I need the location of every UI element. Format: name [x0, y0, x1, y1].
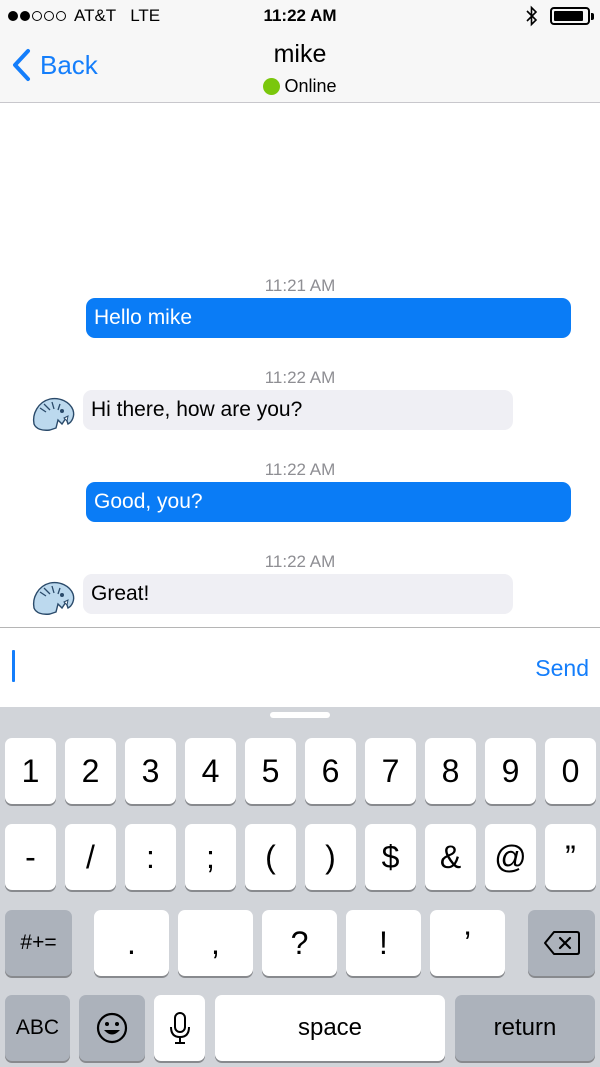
outgoing-message-bubble[interactable]: Good, you? [86, 482, 571, 522]
key-abc[interactable]: ABC [5, 995, 70, 1061]
message-composer: Send [0, 627, 600, 707]
outgoing-message-bubble[interactable]: Hello mike [86, 298, 571, 338]
key-apostrophe[interactable]: ’ [430, 910, 505, 976]
incoming-message-bubble[interactable]: Great! [83, 574, 513, 614]
key-2[interactable]: 2 [65, 738, 116, 804]
key-9[interactable]: 9 [485, 738, 536, 804]
status-time: 11:22 AM [263, 6, 337, 25]
microphone-icon [169, 1012, 190, 1044]
emoji-icon [96, 1012, 128, 1044]
presence-status: Online [0, 76, 600, 97]
keyboard: 1 2 3 4 5 6 7 8 9 0 - / : ; ( ) $ & @ ” … [0, 707, 600, 1067]
message-list[interactable]: 11:21 AM Hello mike 11:22 AM Hi there, h… [0, 104, 600, 627]
key-4[interactable]: 4 [185, 738, 236, 804]
key-3[interactable]: 3 [125, 738, 176, 804]
online-indicator-icon [263, 78, 281, 95]
key-open-paren[interactable]: ( [245, 824, 296, 890]
key-5[interactable]: 5 [245, 738, 296, 804]
key-close-paren[interactable]: ) [305, 824, 356, 890]
message-timestamp: 11:22 AM [264, 552, 336, 571]
key-colon[interactable]: : [125, 824, 176, 890]
message-timestamp: 11:21 AM [264, 276, 336, 295]
key-question[interactable]: ? [262, 910, 337, 976]
message-timestamp: 11:22 AM [264, 368, 336, 387]
contact-name: mike [273, 40, 327, 68]
dictation-button[interactable] [154, 995, 205, 1061]
key-slash[interactable]: / [65, 824, 116, 890]
message-timestamp: 11:22 AM [264, 460, 336, 479]
emoji-button[interactable] [79, 995, 145, 1061]
send-button[interactable]: Send [535, 655, 589, 682]
key-8[interactable]: 8 [425, 738, 476, 804]
text-caret [12, 650, 15, 682]
status-bar: AT&T LTE 11:22 AM [0, 0, 600, 32]
key-at[interactable]: @ [485, 824, 536, 890]
contact-avatar-tiger-icon [32, 581, 75, 615]
space-bar[interactable]: space [215, 995, 445, 1061]
key-quote[interactable]: ” [545, 824, 596, 890]
battery-icon [550, 7, 594, 25]
key-more-symbols[interactable]: #+= [5, 910, 72, 976]
backspace-icon [543, 931, 580, 955]
key-period[interactable]: . [94, 910, 169, 976]
bluetooth-icon [526, 5, 538, 27]
key-exclamation[interactable]: ! [346, 910, 421, 976]
key-semicolon[interactable]: ; [185, 824, 236, 890]
key-0[interactable]: 0 [545, 738, 596, 804]
return-key[interactable]: return [455, 995, 595, 1061]
contact-avatar-tiger-icon [32, 397, 75, 431]
key-dollar[interactable]: $ [365, 824, 416, 890]
key-hyphen[interactable]: - [5, 824, 56, 890]
presence-label: Online [284, 76, 337, 96]
incoming-message-bubble[interactable]: Hi there, how are you? [83, 390, 513, 430]
key-7[interactable]: 7 [365, 738, 416, 804]
message-input[interactable] [0, 628, 510, 708]
backspace-button[interactable] [528, 910, 595, 976]
keyboard-grabber[interactable] [270, 712, 330, 718]
key-1[interactable]: 1 [5, 738, 56, 804]
key-6[interactable]: 6 [305, 738, 356, 804]
navigation-bar: Back mike Online [0, 32, 600, 103]
key-ampersand[interactable]: & [425, 824, 476, 890]
key-comma[interactable]: , [178, 910, 253, 976]
